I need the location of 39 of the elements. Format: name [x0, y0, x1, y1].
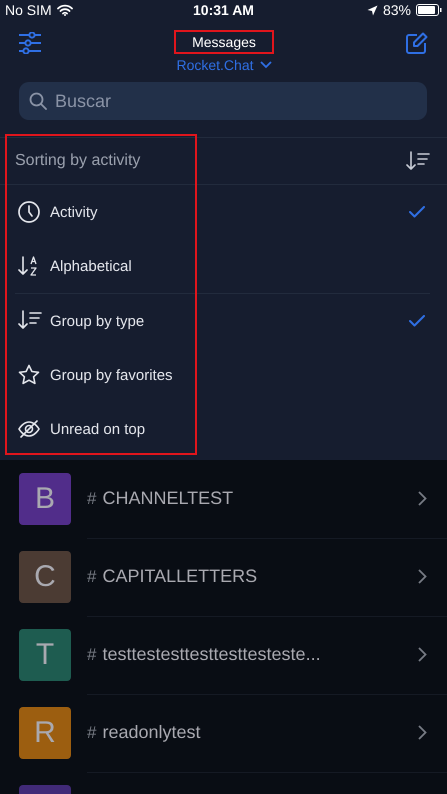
- clock-icon: [18, 201, 42, 223]
- compose-icon[interactable]: [406, 32, 428, 54]
- server-switcher[interactable]: Rocket.Chat: [176, 57, 272, 73]
- chevron-right-icon[interactable]: [418, 725, 427, 740]
- wifi-icon: [56, 4, 73, 16]
- location-arrow-icon: [366, 4, 378, 16]
- sort-option[interactable]: Unread on top: [15, 402, 430, 456]
- sort-option[interactable]: Group by favorites: [15, 348, 430, 402]
- sort-icon[interactable]: [406, 151, 430, 171]
- room-avatar: B: [19, 473, 71, 525]
- room-name[interactable]: readonlytest: [102, 722, 412, 743]
- battery-icon: [416, 4, 442, 16]
- eye-slash-icon: [18, 418, 42, 440]
- group-list-icon: [18, 310, 42, 332]
- channel-hash: #: [87, 488, 96, 508]
- battery-percent: 83%: [382, 2, 411, 18]
- chevron-right-icon[interactable]: [418, 647, 427, 662]
- room-avatar: C: [19, 551, 71, 603]
- room-avatar: T: [19, 629, 71, 681]
- sort-option[interactable]: Activity: [15, 185, 430, 239]
- chevron-right-icon[interactable]: [418, 569, 427, 584]
- carrier-text: No SIM: [5, 2, 52, 18]
- chevron-right-icon[interactable]: [418, 491, 427, 506]
- sort-option[interactable]: Group by type: [15, 294, 430, 348]
- chevron-down-icon: [260, 61, 272, 69]
- room-name[interactable]: CHANNELTEST: [102, 488, 412, 509]
- sort-menu-title: Sorting by activity: [15, 152, 140, 170]
- room-name[interactable]: CAPITALLETTERS: [102, 566, 412, 587]
- sort-option[interactable]: Alphabetical: [15, 239, 430, 293]
- room-avatar: R: [19, 707, 71, 759]
- screen-title: Messages: [174, 30, 274, 54]
- room-name[interactable]: testtestesttesttesttesteste...: [102, 644, 412, 665]
- search-field[interactable]: Buscar: [19, 82, 427, 120]
- star-icon: [18, 364, 42, 386]
- channel-hash: #: [87, 644, 96, 664]
- filter-sliders-icon[interactable]: [18, 32, 42, 54]
- channel-hash: #: [87, 722, 96, 742]
- channel-hash: #: [87, 566, 96, 586]
- clock-time: 10:31 AM: [193, 2, 254, 18]
